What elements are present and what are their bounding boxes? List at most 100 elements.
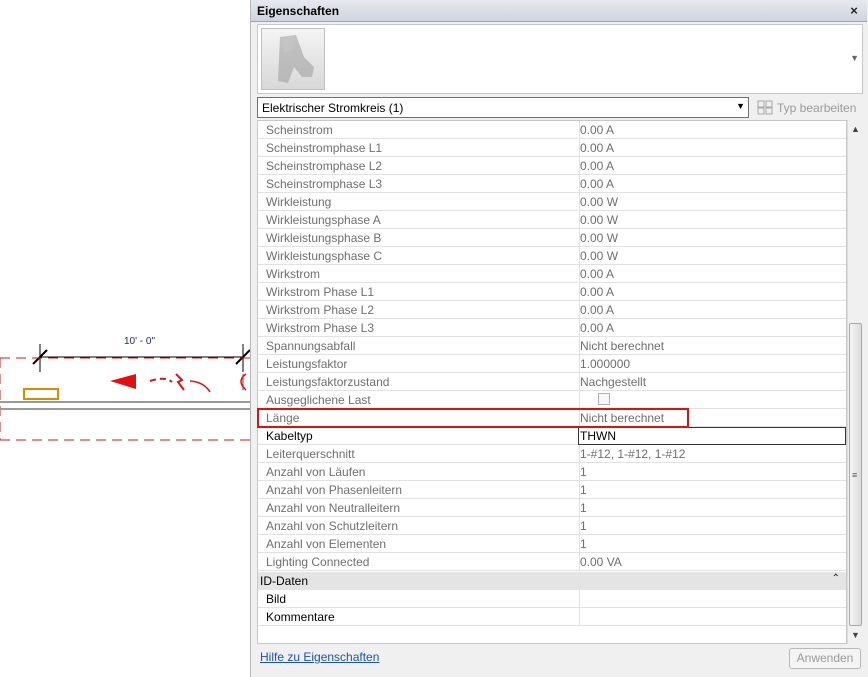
edit-type-button[interactable]: Typ bearbeiten bbox=[757, 98, 861, 118]
property-value: Nicht berechnet bbox=[580, 339, 665, 353]
property-row[interactable]: Wirkleistungsphase B 0.00 W bbox=[258, 229, 846, 247]
circuit-wire bbox=[149, 377, 173, 383]
property-row[interactable]: Scheinstromphase L3 0.00 A bbox=[258, 175, 846, 193]
property-row[interactable]: Leistungsfaktor 1.000000 bbox=[258, 355, 846, 373]
property-value: 1.000000 bbox=[580, 357, 631, 371]
property-row[interactable]: Anzahl von Läufen 1 bbox=[258, 463, 846, 481]
property-value: 1 bbox=[580, 501, 587, 515]
property-row[interactable]: Anzahl von Phasenleitern 1 bbox=[258, 481, 846, 499]
property-name: Kommentare bbox=[266, 610, 335, 624]
edit-type-label: Typ bearbeiten bbox=[777, 101, 857, 115]
property-row[interactable]: Kommentare bbox=[258, 608, 846, 626]
vertical-scrollbar[interactable]: ▲ ≡ ▼ bbox=[847, 120, 863, 644]
property-name: Wirkleistungsphase C bbox=[266, 249, 383, 263]
property-name: Scheinstromphase L2 bbox=[266, 159, 383, 173]
property-value: 1 bbox=[580, 537, 587, 551]
chevron-down-icon[interactable]: ▼ bbox=[736, 101, 745, 111]
edit-type-icon bbox=[757, 100, 773, 115]
property-row[interactable]: Bild bbox=[258, 590, 846, 608]
section-header-id-data[interactable]: ID-Daten ⌃ bbox=[258, 572, 846, 590]
property-name: Anzahl von Läufen bbox=[266, 465, 366, 479]
property-value: 1-#12, 1-#12, 1-#12 bbox=[580, 447, 686, 461]
help-link[interactable]: Hilfe zu Eigenschaften bbox=[260, 650, 379, 664]
property-name: Wirkleistungsphase B bbox=[266, 231, 382, 245]
property-name: Scheinstrom bbox=[266, 123, 333, 137]
type-thumbnail bbox=[261, 28, 325, 90]
scroll-thumb[interactable]: ≡ bbox=[849, 323, 862, 626]
scroll-down-icon[interactable]: ▼ bbox=[851, 630, 860, 640]
scroll-up-icon[interactable]: ▲ bbox=[851, 124, 860, 134]
property-row[interactable]: Spannungsabfall Nicht berechnet bbox=[258, 337, 846, 355]
column-divider[interactable] bbox=[579, 391, 580, 409]
drawing-canvas[interactable]: 10' - 0" bbox=[0, 0, 250, 677]
property-name: Wirkstrom Phase L3 bbox=[266, 321, 375, 335]
property-value[interactable]: THWN bbox=[580, 429, 842, 443]
property-row[interactable]: Wirkstrom Phase L3 0.00 A bbox=[258, 319, 846, 337]
property-value: 0.00 W bbox=[580, 249, 619, 263]
panel-title-bar[interactable]: Eigenschaften × bbox=[251, 0, 867, 22]
property-value: 0.00 A bbox=[580, 177, 615, 191]
property-value: 0.00 A bbox=[580, 321, 615, 335]
property-name: Scheinstromphase L1 bbox=[266, 141, 383, 155]
property-row[interactable]: Scheinstrom 0.00 A bbox=[258, 121, 846, 139]
property-value: Nachgestellt bbox=[580, 375, 647, 389]
panel-title: Eigenschaften bbox=[257, 4, 340, 18]
property-value: 0.00 A bbox=[580, 267, 615, 281]
property-value: 0.00 W bbox=[580, 213, 619, 227]
property-row[interactable]: Leistungsfaktorzustand Nachgestellt bbox=[258, 373, 846, 391]
property-name: Spannungsabfall bbox=[266, 339, 356, 353]
property-name: Wirkstrom Phase L2 bbox=[266, 303, 375, 317]
type-selector[interactable]: Elektrischer Stromkreis (1) ▼ bbox=[257, 97, 749, 118]
device-symbol[interactable] bbox=[23, 388, 59, 400]
property-row[interactable]: Leiterquerschnitt 1-#12, 1-#12, 1-#12 bbox=[258, 445, 846, 463]
property-row[interactable]: Scheinstromphase L1 0.00 A bbox=[258, 139, 846, 157]
property-row[interactable]: Wirkstrom 0.00 A bbox=[258, 265, 846, 283]
column-divider[interactable] bbox=[579, 590, 580, 608]
apply-button[interactable]: Anwenden bbox=[789, 648, 861, 669]
property-row[interactable]: Wirkleistungsphase C 0.00 W bbox=[258, 247, 846, 265]
circuit-wire-end bbox=[189, 380, 211, 393]
property-row[interactable]: Wirkleistungsphase A 0.00 W bbox=[258, 211, 846, 229]
property-value: 1 bbox=[580, 519, 587, 533]
properties-panel: Eigenschaften × ▼ Elektrischer Stromkrei… bbox=[250, 0, 868, 677]
property-row[interactable]: Anzahl von Schutzleitern 1 bbox=[258, 517, 846, 535]
family-icon bbox=[278, 35, 314, 83]
preview-dropdown-icon[interactable]: ▼ bbox=[850, 53, 859, 63]
property-name: Scheinstromphase L3 bbox=[266, 177, 383, 191]
property-name: Lighting Connected bbox=[266, 555, 370, 569]
dimension-label: 10' - 0" bbox=[124, 336, 156, 347]
property-name: Anzahl von Neutralleitern bbox=[266, 501, 401, 515]
close-icon[interactable]: × bbox=[847, 4, 861, 18]
type-selector-value: Elektrischer Stromkreis (1) bbox=[262, 101, 404, 115]
property-row[interactable]: Ausgeglichene Last bbox=[258, 391, 846, 409]
property-row[interactable]: Anzahl von Neutralleitern 1 bbox=[258, 499, 846, 517]
property-name: Leiterquerschnitt bbox=[266, 447, 355, 461]
properties-grid: Scheinstrom 0.00 A Scheinstromphase L1 0.00… bbox=[257, 120, 847, 644]
property-row[interactable]: Wirkstrom Phase L1 0.00 A bbox=[258, 283, 846, 301]
lightning-icon bbox=[175, 373, 185, 391]
property-value: 1 bbox=[580, 465, 587, 479]
property-name: Ausgeglichene Last bbox=[266, 393, 371, 407]
balanced-load-checkbox[interactable] bbox=[598, 393, 610, 405]
property-value: 0.00 A bbox=[580, 141, 615, 155]
property-name: Anzahl von Schutzleitern bbox=[266, 519, 399, 533]
property-value: 0.00 A bbox=[580, 303, 615, 317]
property-name: Anzahl von Phasenleitern bbox=[266, 483, 403, 497]
property-name: Leistungsfaktorzustand bbox=[266, 375, 390, 389]
property-row[interactable]: Anzahl von Elementen 1 bbox=[258, 535, 846, 553]
scroll-grip-icon: ≡ bbox=[852, 470, 858, 480]
property-row[interactable]: Wirkleistung 0.00 W bbox=[258, 193, 846, 211]
section-label: ID-Daten bbox=[260, 574, 309, 588]
collapse-icon[interactable]: ⌃ bbox=[832, 573, 840, 584]
property-row[interactable]: Kabeltyp THWN bbox=[258, 427, 846, 445]
property-name: Kabeltyp bbox=[266, 429, 313, 443]
property-row[interactable]: Wirkstrom Phase L2 0.00 A bbox=[258, 301, 846, 319]
property-row[interactable]: Scheinstromphase L2 0.00 A bbox=[258, 157, 846, 175]
highlight-box bbox=[257, 408, 689, 428]
property-name: Wirkstrom bbox=[266, 267, 320, 281]
column-divider[interactable] bbox=[579, 608, 580, 626]
property-name: Wirkstrom Phase L1 bbox=[266, 285, 375, 299]
property-value: 0.00 A bbox=[580, 285, 615, 299]
property-name: Wirkleistung bbox=[266, 195, 332, 209]
property-row[interactable]: Lighting Connected 0.00 VA bbox=[258, 553, 846, 571]
